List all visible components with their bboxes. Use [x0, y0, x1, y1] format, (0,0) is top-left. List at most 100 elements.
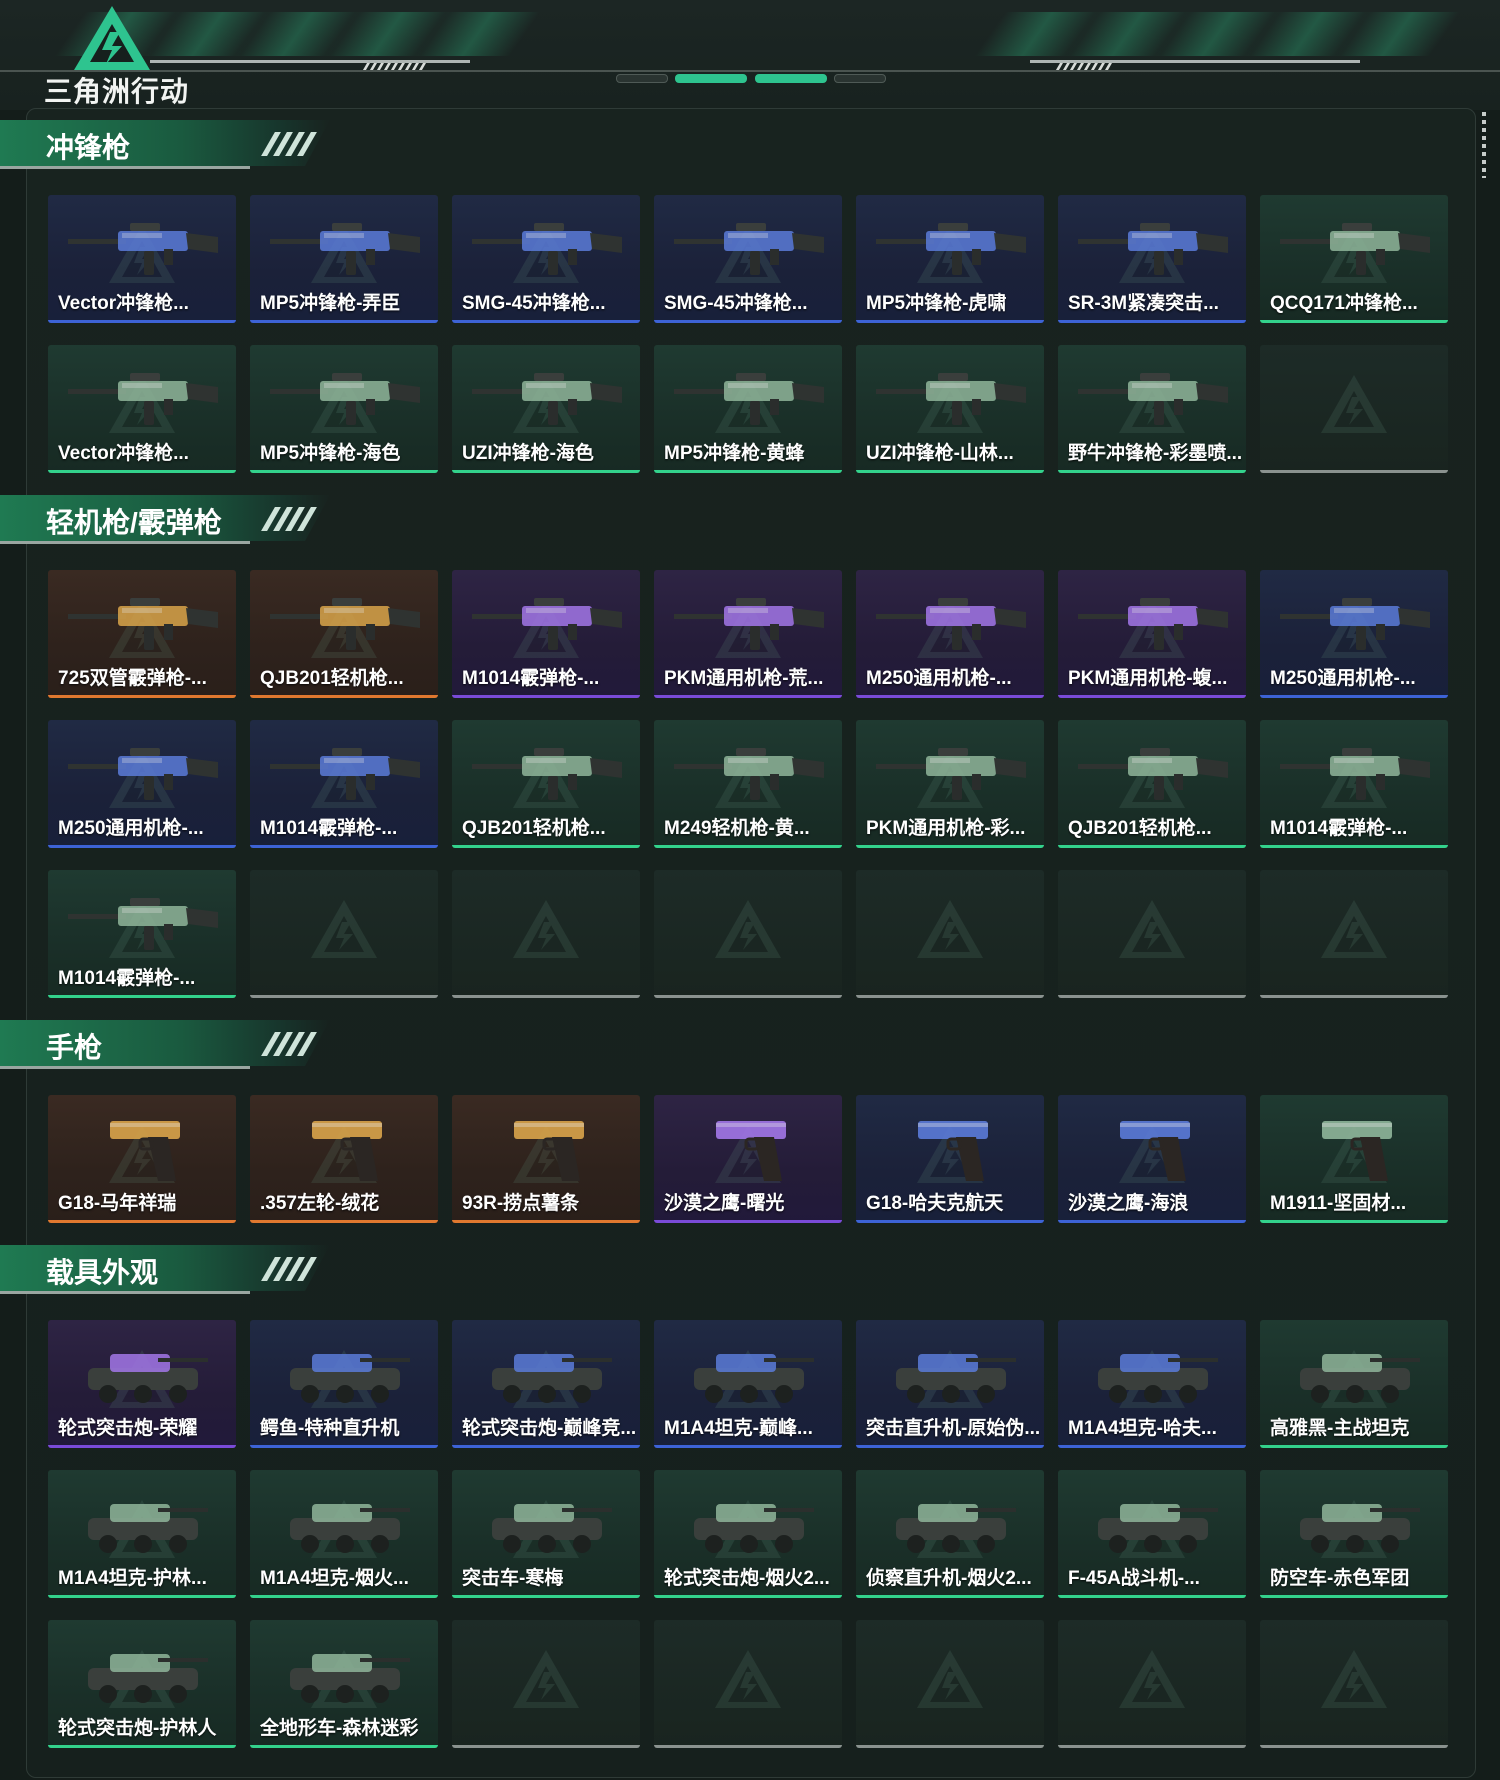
rarity-bar	[654, 845, 842, 848]
rarity-bar	[250, 995, 438, 998]
item-card[interactable]: 突击车-寒梅	[452, 1470, 640, 1598]
item-label: M1014霰弹枪-...	[58, 968, 196, 989]
rarity-bar	[452, 695, 640, 698]
rarity-bar	[654, 320, 842, 323]
weapon-icon	[1280, 748, 1430, 800]
item-label: 防空车-赤色军团	[1270, 1568, 1410, 1589]
rarity-bar	[856, 845, 1044, 848]
item-card[interactable]: 防空车-赤色军团	[1260, 1470, 1448, 1598]
empty-slot	[654, 1620, 842, 1748]
item-card[interactable]: M1A4坦克-护林...	[48, 1470, 236, 1598]
item-card[interactable]: 轮式突击炮-烟火2...	[654, 1470, 842, 1598]
item-card[interactable]: 全地形车-森林迷彩	[250, 1620, 438, 1748]
item-card[interactable]: 侦察直升机-烟火2...	[856, 1470, 1044, 1598]
item-card[interactable]: QJB201轻机枪...	[1058, 720, 1246, 848]
vehicle-icon	[290, 1504, 410, 1553]
item-card[interactable]: 沙漠之鹰-曙光	[654, 1095, 842, 1223]
empty-slot	[1058, 1620, 1246, 1748]
item-card[interactable]: PKM通用机枪-彩...	[856, 720, 1044, 848]
rarity-bar	[856, 320, 1044, 323]
item-card[interactable]: 725双管霰弹枪-...	[48, 570, 236, 698]
vehicle-icon	[88, 1504, 208, 1553]
item-card[interactable]: 轮式突击炮-荣耀	[48, 1320, 236, 1448]
rarity-bar	[856, 995, 1044, 998]
item-card[interactable]: G18-马年祥瑞	[48, 1095, 236, 1223]
item-card[interactable]: 鳄鱼-特种直升机	[250, 1320, 438, 1448]
section-header-1: 冲锋枪	[0, 120, 330, 169]
item-card[interactable]: SR-3M紧凑突击...	[1058, 195, 1246, 323]
vehicle-icon	[1300, 1504, 1420, 1553]
weapon-icon	[472, 223, 622, 275]
section-underline	[0, 1291, 250, 1294]
rarity-bar	[1260, 995, 1448, 998]
item-card[interactable]: Vector冲锋枪...	[48, 345, 236, 473]
item-card[interactable]: 突击直升机-原始伪...	[856, 1320, 1044, 1448]
item-card[interactable]: UZI冲锋枪-山林...	[856, 345, 1044, 473]
item-card[interactable]: M1911-坚固材...	[1260, 1095, 1448, 1223]
item-card[interactable]: MP5冲锋枪-黄蜂	[654, 345, 842, 473]
weapon-icon	[1280, 598, 1430, 650]
item-card[interactable]: PKM通用机枪-蝮...	[1058, 570, 1246, 698]
item-label: M1911-坚固材...	[1270, 1193, 1407, 1214]
item-card[interactable]: QJB201轻机枪...	[452, 720, 640, 848]
scrollbar[interactable]	[1482, 112, 1486, 178]
rarity-bar	[654, 1220, 842, 1223]
item-card[interactable]: M1A4坦克-哈夫...	[1058, 1320, 1246, 1448]
item-label: Vector冲锋枪...	[58, 443, 189, 464]
rarity-bar	[452, 1220, 640, 1223]
delta-watermark-icon	[513, 900, 579, 958]
item-label: M1A4坦克-哈夫...	[1068, 1418, 1217, 1439]
weapon-icon	[472, 373, 622, 425]
item-card[interactable]: MP5冲锋枪-虎啸	[856, 195, 1044, 323]
item-card[interactable]: MP5冲锋枪-海色	[250, 345, 438, 473]
item-card[interactable]: 轮式突击炮-护林人	[48, 1620, 236, 1748]
rarity-bar	[1058, 470, 1246, 473]
vehicle-icon	[896, 1504, 1016, 1553]
section-title: 手枪	[46, 1032, 103, 1063]
rarity-bar	[48, 695, 236, 698]
delta-logo-icon	[74, 6, 150, 70]
rarity-bar	[1260, 695, 1448, 698]
item-card[interactable]: M1014霰弹枪-...	[250, 720, 438, 848]
item-card[interactable]: M250通用机枪-...	[1260, 570, 1448, 698]
vehicle-icon	[88, 1654, 208, 1703]
vehicle-icon	[88, 1354, 208, 1403]
item-card[interactable]: 轮式突击炮-巅峰竞...	[452, 1320, 640, 1448]
item-card[interactable]: MP5冲锋枪-弄臣	[250, 195, 438, 323]
item-card[interactable]: SMG-45冲锋枪...	[654, 195, 842, 323]
item-card[interactable]: F-45A战斗机-...	[1058, 1470, 1246, 1598]
item-card[interactable]: UZI冲锋枪-海色	[452, 345, 640, 473]
item-card[interactable]: M250通用机枪-...	[48, 720, 236, 848]
item-card[interactable]: QCQ171冲锋枪...	[1260, 195, 1448, 323]
item-card[interactable]: M1014霰弹枪-...	[1260, 720, 1448, 848]
item-label: M1A4坦克-护林...	[58, 1568, 207, 1589]
rarity-bar	[654, 470, 842, 473]
item-card[interactable]: M1014霰弹枪-...	[48, 870, 236, 998]
item-card[interactable]: 野牛冲锋枪-彩墨喷...	[1058, 345, 1246, 473]
item-label: F-45A战斗机-...	[1068, 1568, 1200, 1589]
item-card[interactable]: G18-哈夫克航天	[856, 1095, 1044, 1223]
item-card[interactable]: M1A4坦克-巅峰...	[654, 1320, 842, 1448]
item-card[interactable]: .357左轮-绒花	[250, 1095, 438, 1223]
rarity-bar	[1058, 1445, 1246, 1448]
item-card[interactable]: 沙漠之鹰-海浪	[1058, 1095, 1246, 1223]
rarity-bar	[1058, 1220, 1246, 1223]
weapon-icon	[1078, 598, 1228, 650]
banner-line	[1030, 60, 1360, 63]
item-card[interactable]: SMG-45冲锋枪...	[452, 195, 640, 323]
item-card[interactable]: M1014霰弹枪-...	[452, 570, 640, 698]
item-card[interactable]: PKM通用机枪-荒...	[654, 570, 842, 698]
vehicle-icon	[492, 1354, 612, 1403]
vehicle-icon	[1098, 1504, 1218, 1553]
item-card[interactable]: Vector冲锋枪...	[48, 195, 236, 323]
item-card[interactable]: M250通用机枪-...	[856, 570, 1044, 698]
item-card[interactable]: QJB201轻机枪...	[250, 570, 438, 698]
item-card[interactable]: M249轻机枪-黄...	[654, 720, 842, 848]
item-label: UZI冲锋枪-山林...	[866, 443, 1014, 464]
item-label: 93R-捞点薯条	[462, 1193, 580, 1214]
item-card[interactable]: 高雅黑-主战坦克	[1260, 1320, 1448, 1448]
item-card[interactable]: 93R-捞点薯条	[452, 1095, 640, 1223]
empty-slot	[1260, 345, 1448, 473]
item-card[interactable]: M1A4坦克-烟火...	[250, 1470, 438, 1598]
empty-slot	[654, 870, 842, 998]
